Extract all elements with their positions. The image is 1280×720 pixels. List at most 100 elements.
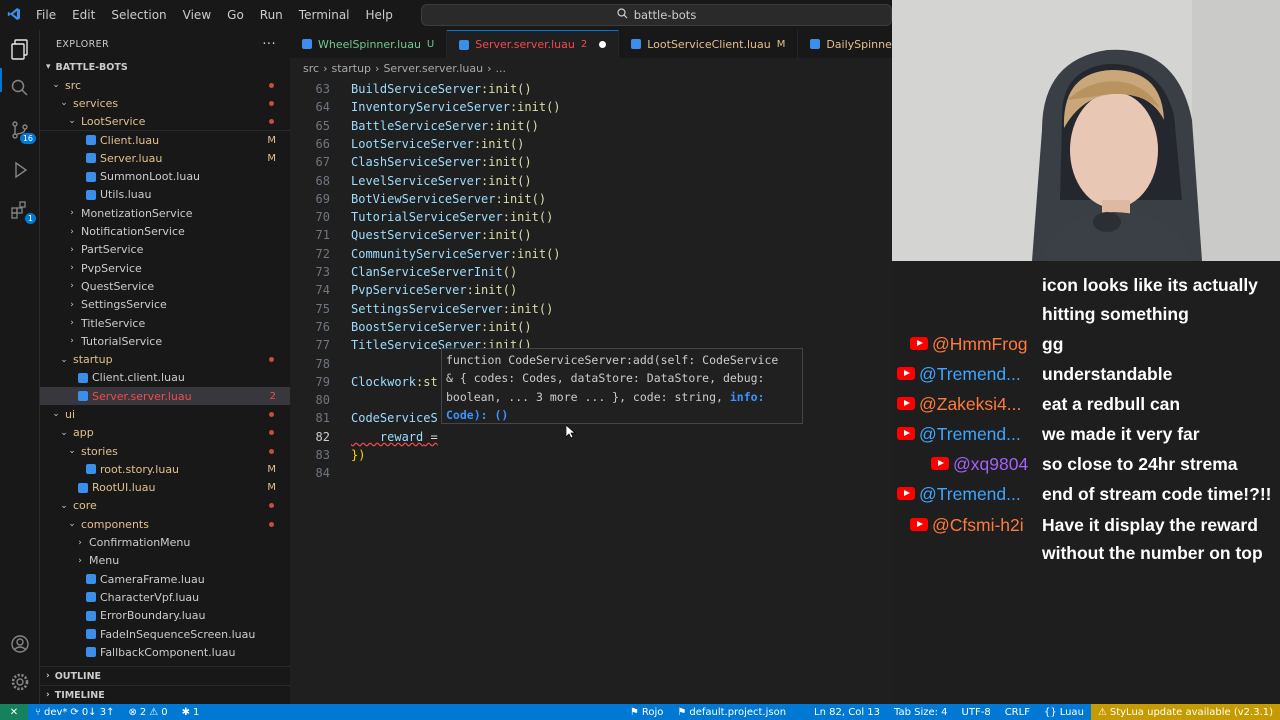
tree-file[interactable]: ErrorBoundary.luau: [40, 607, 290, 625]
tree-file[interactable]: Client.client.luau: [40, 369, 290, 387]
luau-file-icon: [810, 39, 821, 49]
code-call: :init(): [502, 210, 554, 225]
code-line: 71 QuestServiceServer:init(): [290, 226, 892, 244]
menu-help[interactable]: Help: [358, 8, 401, 22]
tree-file[interactable]: root.story.luau M: [40, 460, 290, 478]
tree-folder[interactable]: ⌄ ui: [40, 405, 290, 423]
extensions-icon[interactable]: 1: [8, 198, 36, 224]
breadcrumb-item[interactable]: startup: [331, 62, 371, 75]
tree-folder[interactable]: ⌄ startup: [40, 350, 290, 368]
search-sidebar-icon[interactable]: [8, 76, 32, 100]
menu-file[interactable]: File: [28, 8, 64, 22]
tree-item-label: stories: [81, 444, 118, 458]
project-button[interactable]: ⚑ default.project.json: [670, 707, 793, 718]
ports-indicator[interactable]: ✱ 1: [175, 707, 207, 718]
tree-folder[interactable]: › PartService: [40, 241, 290, 259]
more-actions-icon[interactable]: ···: [262, 37, 276, 52]
tree-folder[interactable]: › PvpService: [40, 259, 290, 277]
file-tree: ⌄ src ⌄ services ⌄ LootService Client.luau M Ser…: [40, 76, 290, 666]
tree-file[interactable]: Server.server.luau 2: [40, 387, 290, 406]
code-identifier: reward: [351, 429, 424, 444]
tree-file[interactable]: Client.luau M: [40, 131, 290, 149]
settings-gear-icon[interactable]: [8, 670, 32, 694]
tab-status-badge: M: [776, 38, 786, 50]
tree-folder[interactable]: › NotificationService: [40, 222, 290, 240]
problems-indicator[interactable]: ⊗ 2 ⚠ 0: [121, 707, 174, 718]
editor-tab[interactable]: LootServiceClient.luau M: [619, 30, 799, 58]
account-icon[interactable]: [8, 632, 32, 656]
tree-folder[interactable]: › TutorialService: [40, 332, 290, 350]
editor-tab[interactable]: Server.server.luau 2: [447, 30, 620, 58]
chevron-down-icon: ⌄: [60, 500, 68, 511]
code-line: 68 LevelServiceServer:init(): [290, 172, 892, 190]
tree-folder[interactable]: › Menu: [40, 552, 290, 570]
tree-folder[interactable]: ⌄ services: [40, 94, 290, 112]
tab-size[interactable]: Tab Size: 4: [887, 707, 955, 718]
tree-folder[interactable]: ⌄ app: [40, 424, 290, 442]
language-mode[interactable]: {} Luau: [1037, 707, 1091, 718]
cursor-position[interactable]: Ln 82, Col 13: [807, 707, 887, 718]
tree-file[interactable]: CameraFrame.luau: [40, 570, 290, 588]
live-chat-overlay: icon looks like its actually hitting some…: [892, 261, 1280, 704]
breadcrumb-item[interactable]: src: [303, 62, 319, 75]
editor-tab[interactable]: DailySpinnerRewards.luau: [798, 30, 892, 58]
menu-selection[interactable]: Selection: [103, 8, 174, 22]
chevron-right-icon: ›: [70, 336, 74, 347]
timeline-section[interactable]: › TIMELINE: [40, 685, 290, 704]
menu-go[interactable]: Go: [219, 8, 252, 22]
menu-edit[interactable]: Edit: [64, 8, 103, 22]
explorer-icon[interactable]: [8, 38, 32, 62]
ports-icon: ✱: [181, 706, 190, 718]
tree-folder[interactable]: › ConfirmationMenu: [40, 533, 290, 551]
code-editor[interactable]: 84 83}) 82 reward = 81 CodeServiceS 80 79 Clock…: [290, 78, 892, 704]
code-line: 74 PvpServiceServer:init(): [290, 281, 892, 299]
tree-file[interactable]: Server.luau M: [40, 149, 290, 167]
branch-indicator[interactable]: ⑂ dev* ⟳ 0↓ 3↑: [28, 707, 121, 718]
tree-file[interactable]: FadeInSequenceScreen.luau: [40, 625, 290, 643]
editor-tab[interactable]: WheelSpinner.luau U: [290, 30, 448, 58]
tree-folder[interactable]: › SettingsService: [40, 296, 290, 314]
chevron-right-icon: ›: [70, 263, 74, 274]
tree-file[interactable]: SummonLoot.luau: [40, 167, 290, 185]
breadcrumb-item[interactable]: Server.server.luau: [383, 62, 483, 75]
tree-folder[interactable]: › TitleService: [40, 314, 290, 332]
chat-username: @HmmFrog: [932, 334, 1028, 354]
tree-item-label: Server.luau: [100, 151, 163, 165]
breadcrumb: src › startup › Server.server.luau ›...: [290, 58, 892, 78]
menu-run[interactable]: Run: [252, 8, 291, 22]
run-debug-icon[interactable]: [8, 158, 32, 182]
menu-terminal[interactable]: Terminal: [291, 8, 358, 22]
chat-message: hitting something: [1042, 304, 1189, 324]
tree-file[interactable]: RootUI.luau M: [40, 479, 290, 497]
tree-file[interactable]: CharacterVpf.luau: [40, 588, 290, 606]
line-number: 73: [315, 265, 330, 279]
tree-folder[interactable]: ⌄ LootService: [40, 112, 290, 131]
encoding[interactable]: UTF-8: [955, 707, 998, 718]
outline-section[interactable]: › OUTLINE: [40, 666, 290, 685]
line-ending[interactable]: CRLF: [998, 707, 1037, 718]
line-number: 79: [315, 374, 330, 389]
source-control-icon[interactable]: 16: [8, 118, 36, 144]
code-identifier: BuildServiceServer: [351, 82, 482, 96]
command-center-search[interactable]: battle-bots: [421, 4, 892, 26]
warning-icon: ⚠: [149, 706, 159, 718]
tree-file[interactable]: FallbackComponent.luau: [40, 643, 290, 661]
tree-file[interactable]: Utils.luau: [40, 186, 290, 204]
tree-folder[interactable]: ⌄ components: [40, 515, 290, 533]
line-number: 66: [315, 136, 330, 151]
tree-folder[interactable]: ⌄ stories: [40, 442, 290, 460]
tree-folder[interactable]: › MonetizationService: [40, 204, 290, 222]
tree-folder[interactable]: ⌄ src: [40, 76, 290, 94]
tree-folder[interactable]: › QuestService: [40, 277, 290, 295]
rojo-button[interactable]: ⚑ Rojo: [623, 707, 670, 718]
tree-item-label: services: [73, 96, 119, 110]
remote-indicator-icon[interactable]: ✕: [0, 704, 28, 720]
stylua-update-notice[interactable]: ⚠ StyLua update available (v2.3.1): [1090, 704, 1280, 720]
menu-view[interactable]: View: [175, 8, 219, 22]
workspace-root[interactable]: ▾ BATTLE-BOTS: [40, 58, 290, 76]
tree-folder[interactable]: ⌄ core: [40, 497, 290, 515]
breadcrumb-item[interactable]: ...: [495, 62, 506, 75]
unsaved-dot-icon[interactable]: [599, 41, 607, 48]
code-call: =: [423, 429, 438, 444]
stylua-update-label: StyLua update available (v2.3.1): [1109, 706, 1273, 718]
